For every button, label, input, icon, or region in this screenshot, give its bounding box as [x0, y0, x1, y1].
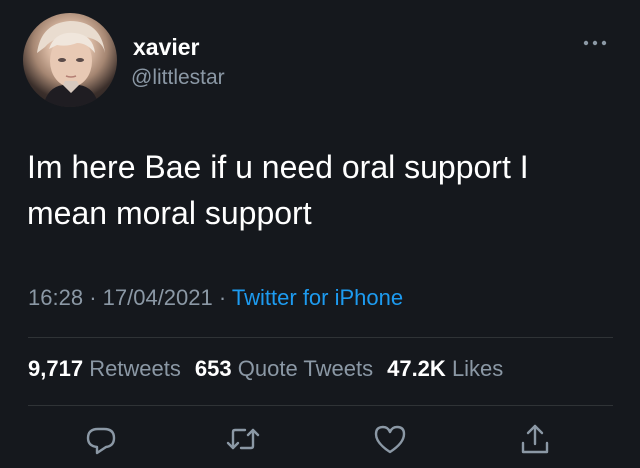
- meta-separator: ·: [218, 285, 227, 310]
- share-icon: [521, 424, 549, 454]
- retweet-icon: [226, 428, 260, 450]
- quote-tweets-stat[interactable]: 653 Quote Tweets: [195, 356, 373, 381]
- heart-icon: [374, 425, 406, 454]
- likes-stat[interactable]: 47.2K Likes: [387, 356, 503, 381]
- display-name[interactable]: xavier: [133, 34, 200, 61]
- share-button[interactable]: [517, 421, 553, 457]
- tweet-source-link[interactable]: Twitter for iPhone: [232, 285, 403, 310]
- quote-tweets-count: 653: [194, 356, 232, 381]
- quote-tweets-label: Quote Tweets: [237, 356, 374, 381]
- divider: [28, 405, 613, 406]
- engagement-stats: 9,717 Retweets 653 Quote Tweets 47.2K Like…: [28, 356, 503, 382]
- user-handle[interactable]: @littlestar: [131, 66, 225, 90]
- retweets-count: 9,717: [28, 356, 84, 381]
- tweet-text: Im here Bae if u need oral support I mea…: [27, 149, 529, 231]
- reply-button[interactable]: [83, 421, 119, 457]
- tweet-detail: xavier @littlestar Im here Bae if u need…: [0, 0, 640, 468]
- tweet-metadata: 16:28 · 17/04/2021 · Twitter for iPhone: [28, 285, 403, 311]
- retweets-stat[interactable]: 9,717 Retweets: [28, 356, 181, 381]
- more-options-icon[interactable]: [581, 36, 609, 50]
- tweet-date[interactable]: 17/04/2021: [103, 285, 213, 310]
- retweets-label: Retweets: [89, 356, 181, 381]
- reply-icon: [86, 427, 116, 455]
- likes-label: Likes: [451, 356, 504, 381]
- avatar[interactable]: [23, 13, 117, 107]
- retweet-button[interactable]: [225, 421, 261, 457]
- divider: [28, 337, 613, 338]
- likes-count: 47.2K: [387, 356, 446, 381]
- tweet-time[interactable]: 16:28: [28, 285, 83, 310]
- like-button[interactable]: [372, 421, 408, 457]
- meta-separator: ·: [89, 285, 97, 310]
